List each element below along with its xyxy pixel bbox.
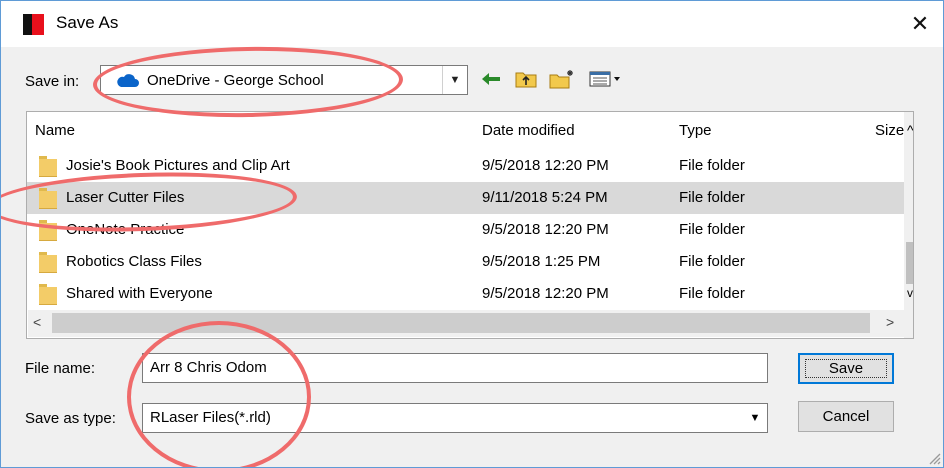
- save-as-type-label: Save as type:: [25, 410, 116, 427]
- file-row[interactable]: Shared with Everyone 9/5/2018 12:20 PM F…: [27, 278, 909, 310]
- vertical-scroll-thumb[interactable]: [906, 242, 913, 284]
- file-row[interactable]: OneNote Practice 9/5/2018 12:20 PM File …: [27, 214, 909, 246]
- column-header-name[interactable]: Name: [35, 122, 75, 139]
- horizontal-scrollbar[interactable]: < >: [28, 310, 904, 337]
- new-folder-icon[interactable]: [547, 66, 577, 92]
- date-cell: 9/5/2018 12:20 PM: [482, 285, 609, 302]
- date-cell: 9/5/2018 12:20 PM: [482, 221, 609, 238]
- file-list[interactable]: Name Date modified Type Size Josie's Boo…: [26, 111, 914, 339]
- save-as-dialog: Save As ✕ Save in: OneDrive - George Sch…: [0, 0, 944, 468]
- cancel-button-label: Cancel: [822, 408, 870, 425]
- file-row-selected[interactable]: Laser Cutter Files 9/11/2018 5:24 PM Fil…: [27, 182, 909, 214]
- file-row[interactable]: Robotics Class Files 9/5/2018 1:25 PM Fi…: [27, 246, 909, 278]
- column-header-date-modified[interactable]: Date modified: [482, 122, 575, 139]
- folder-icon: [39, 252, 57, 273]
- horizontal-scroll-thumb[interactable]: [52, 313, 870, 333]
- file-name-cell: Laser Cutter Files: [66, 189, 185, 206]
- resize-grip-icon[interactable]: [925, 449, 941, 465]
- onedrive-cloud-icon: [115, 73, 139, 91]
- chevron-down-icon[interactable]: ▼: [743, 404, 767, 432]
- file-name-label: File name:: [25, 360, 96, 377]
- type-cell: File folder: [679, 221, 745, 238]
- folder-icon: [39, 188, 57, 209]
- file-name-cell: Robotics Class Files: [66, 253, 202, 270]
- save-as-type-dropdown[interactable]: RLaser Files(*.rld) ▼: [142, 403, 768, 433]
- date-cell: 9/11/2018 5:24 PM: [482, 189, 608, 206]
- column-header-size[interactable]: Size: [875, 122, 904, 139]
- date-cell: 9/5/2018 1:25 PM: [482, 253, 601, 270]
- file-name-cell: Josie's Book Pictures and Clip Art: [66, 157, 290, 174]
- cancel-button[interactable]: Cancel: [798, 401, 894, 432]
- dialog-title: Save As: [56, 13, 119, 32]
- type-cell: File folder: [679, 253, 745, 270]
- close-icon: ✕: [910, 11, 930, 36]
- chevron-down-icon[interactable]: ▼: [442, 66, 467, 94]
- save-in-value: OneDrive - George School: [147, 72, 324, 89]
- save-button[interactable]: Save: [798, 353, 894, 384]
- folder-icon: [39, 156, 57, 177]
- save-as-type-value: RLaser Files(*.rld): [150, 409, 271, 426]
- file-name-cell: OneNote Practice: [66, 221, 185, 238]
- close-button[interactable]: ✕: [897, 1, 943, 47]
- save-in-label: Save in:: [25, 73, 80, 90]
- scroll-left-icon[interactable]: <: [33, 314, 41, 330]
- annotation-ellipse: [127, 321, 311, 467]
- folder-icon: [39, 284, 57, 305]
- scroll-right-icon[interactable]: >: [886, 314, 894, 330]
- view-menu-icon[interactable]: [587, 66, 625, 92]
- type-cell: File folder: [679, 189, 745, 206]
- folder-icon: [39, 220, 57, 241]
- save-in-dropdown[interactable]: OneDrive - George School ▼: [100, 65, 468, 95]
- scroll-down-icon[interactable]: v: [907, 286, 913, 300]
- vertical-scrollbar[interactable]: [904, 112, 913, 338]
- type-cell: File folder: [679, 157, 745, 174]
- app-icon: [23, 14, 44, 35]
- type-cell: File folder: [679, 285, 745, 302]
- up-folder-icon[interactable]: [513, 66, 539, 92]
- file-row[interactable]: Josie's Book Pictures and Clip Art 9/5/2…: [27, 150, 909, 182]
- date-cell: 9/5/2018 12:20 PM: [482, 157, 609, 174]
- back-arrow-icon[interactable]: [479, 66, 503, 92]
- title-bar: Save As ✕: [1, 1, 943, 47]
- column-header-type[interactable]: Type: [679, 122, 712, 139]
- scroll-up-icon[interactable]: ^: [907, 122, 913, 138]
- file-name-input[interactable]: Arr 8 Chris Odom: [142, 353, 768, 383]
- file-name-cell: Shared with Everyone: [66, 285, 213, 302]
